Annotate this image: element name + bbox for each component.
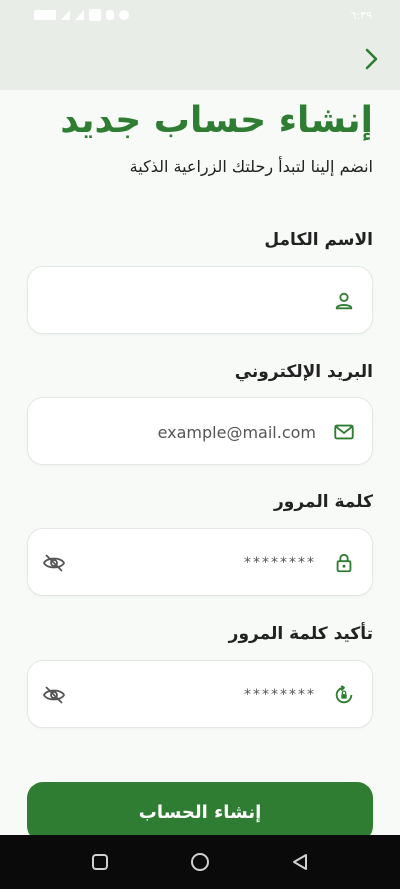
confirm-password-label: تأكيد كلمة المرور <box>228 624 373 644</box>
password-field[interactable] <box>27 528 373 596</box>
status-time: ٦:٣٩ <box>350 8 372 22</box>
confirm-password-field[interactable] <box>27 660 373 728</box>
nfc-icon <box>89 9 101 21</box>
password-label: كلمة المرور <box>274 492 373 512</box>
chevron-right-icon <box>365 48 378 70</box>
bluetooth-icon <box>106 10 114 20</box>
circle-icon <box>191 853 209 871</box>
square-icon <box>92 854 108 870</box>
email-label: البريد الإلكتروني <box>234 362 373 382</box>
lock-reset-icon <box>332 683 356 707</box>
toggle-password-visibility[interactable] <box>40 549 68 577</box>
eye-off-icon <box>42 686 66 704</box>
system-nav-bar <box>0 835 400 889</box>
email-field[interactable] <box>27 397 373 465</box>
lock-icon <box>332 551 356 575</box>
home-button[interactable] <box>180 842 220 882</box>
password-input[interactable] <box>98 549 316 577</box>
triangle-back-icon <box>293 854 307 870</box>
full-name-field[interactable] <box>27 266 373 334</box>
back-nav-button[interactable] <box>280 842 320 882</box>
eye-off-icon <box>42 554 66 572</box>
page-subtitle: انضم إلينا لتبدأ رحلتك الزراعية الذكية <box>129 157 373 176</box>
email-input[interactable] <box>98 418 316 446</box>
signal-icon-2 <box>75 10 84 20</box>
mail-icon <box>332 420 356 444</box>
page-title: إنشاء حساب جديد <box>60 100 373 141</box>
signal-icon <box>61 10 70 20</box>
top-app-bar <box>0 30 400 90</box>
recents-button[interactable] <box>80 842 120 882</box>
create-account-button[interactable]: إنشاء الحساب <box>27 782 373 842</box>
toggle-confirm-password-visibility[interactable] <box>40 681 68 709</box>
confirm-password-input[interactable] <box>98 681 316 709</box>
battery-icon <box>34 10 56 20</box>
status-icons <box>34 9 129 21</box>
alarm-icon <box>119 10 129 20</box>
status-bar: ٦:٣٩ <box>0 0 400 30</box>
back-button[interactable] <box>358 42 386 76</box>
full-name-label: الاسم الكامل <box>264 230 373 250</box>
person-icon <box>332 289 356 313</box>
full-name-input[interactable] <box>98 287 316 315</box>
